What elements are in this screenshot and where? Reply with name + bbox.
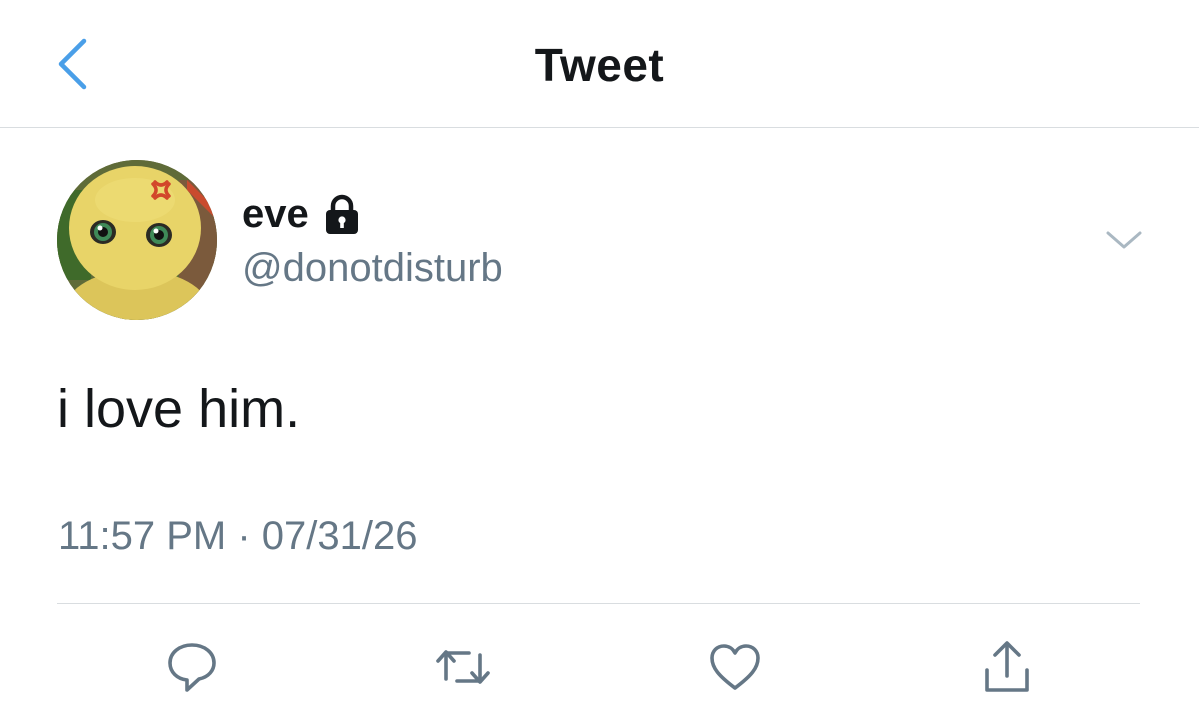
user-handle[interactable]: @donotdisturb (242, 246, 503, 291)
like-button[interactable] (700, 632, 770, 702)
divider (57, 603, 1140, 604)
display-name[interactable]: eve (242, 192, 309, 237)
retweet-button[interactable] (428, 632, 498, 702)
tweet-text: i love him. (57, 379, 301, 439)
heart-icon (710, 644, 760, 690)
share-button[interactable] (972, 632, 1042, 702)
tweet-menu-button[interactable] (1102, 222, 1146, 258)
retweet-icon (436, 650, 490, 684)
chevron-down-icon (1106, 231, 1142, 249)
share-icon (985, 641, 1029, 692)
avatar[interactable] (57, 160, 217, 320)
page-title: Tweet (534, 39, 665, 91)
author-name-row: eve (242, 192, 363, 237)
top-nav-bar: Tweet (0, 0, 1199, 128)
reply-button[interactable] (157, 632, 227, 702)
lock-icon (321, 194, 363, 236)
speech-bubble-icon (168, 643, 216, 692)
tweet-timestamp: 11:57 PM · 07/31/26 (58, 514, 418, 558)
